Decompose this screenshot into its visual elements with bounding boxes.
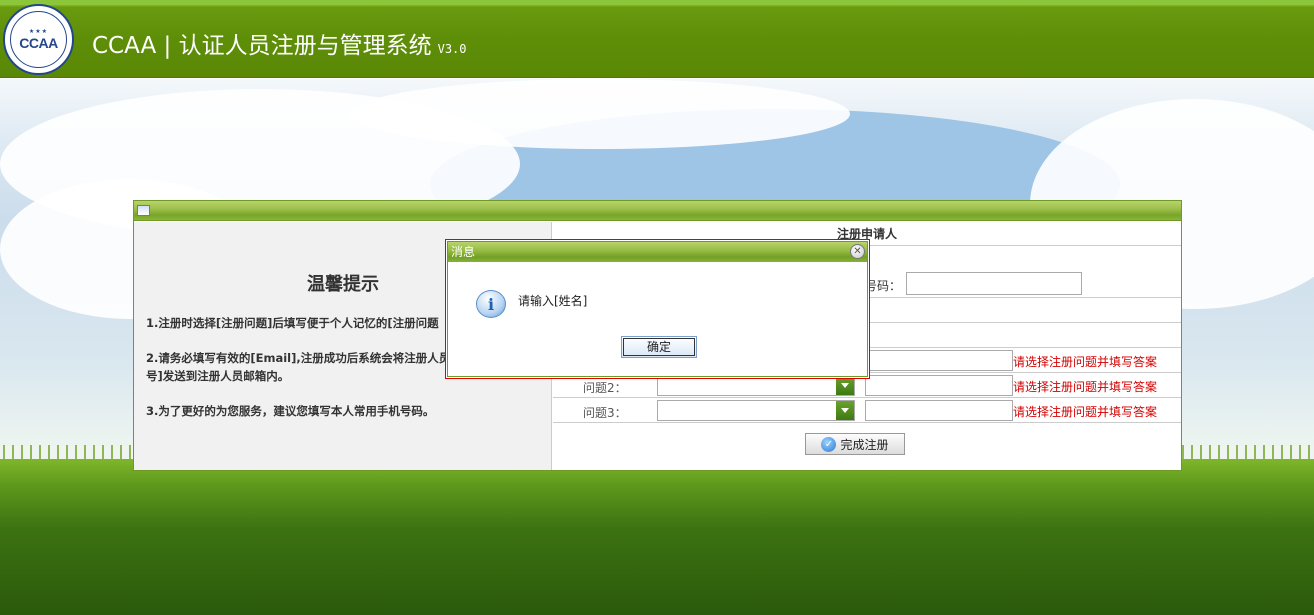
submit-label: 完成注册 xyxy=(840,437,889,452)
header-stripe xyxy=(0,0,1314,5)
chevron-down-icon[interactable] xyxy=(836,401,854,420)
dialog-titlebar: 消息 ✕ xyxy=(448,242,867,262)
complete-registration-button[interactable]: ✓ 完成注册 xyxy=(805,433,905,455)
answer-3-input[interactable] xyxy=(865,400,1013,421)
panel-titlebar xyxy=(134,201,1181,221)
tip-item: 3.为了更好的为您服务，建议您填写本人常用手机号码。 xyxy=(146,404,435,418)
logo-stars: ★★★ xyxy=(28,28,49,35)
question-1-hint: 请选择注册问题并填写答案 xyxy=(1013,355,1158,369)
app-header: ★★★ CCAA CCAA | 认证人员注册与管理系统 V3.0 xyxy=(0,0,1314,78)
info-icon: i xyxy=(476,290,506,318)
divider xyxy=(553,397,1181,398)
question-3-hint: 请选择注册问题并填写答案 xyxy=(1013,405,1158,419)
app-title: CCAA | 认证人员注册与管理系统 V3.0 xyxy=(92,26,467,60)
window-icon xyxy=(137,205,150,216)
app-title-text: CCAA | 认证人员注册与管理系统 xyxy=(92,33,432,59)
phone-label: 号码： xyxy=(865,279,902,293)
dialog-frame: 消息 ✕ i 请输入[姓名] 确定 xyxy=(447,241,868,377)
dialog-title: 消息 xyxy=(451,245,476,259)
question-2-hint: 请选择注册问题并填写答案 xyxy=(1013,380,1158,394)
app-version: V3.0 xyxy=(437,42,467,56)
check-icon: ✓ xyxy=(821,436,837,452)
dialog-body: i 请输入[姓名] 确定 xyxy=(448,263,867,376)
ok-button[interactable]: 确定 xyxy=(621,336,697,358)
question-2-label: 问题2： xyxy=(583,381,627,395)
question-3-select[interactable] xyxy=(657,400,855,421)
dialog-message: 请输入[姓名] xyxy=(518,294,588,308)
divider xyxy=(553,422,1181,423)
logo-text: CCAA xyxy=(19,35,58,51)
phone-input[interactable] xyxy=(906,272,1082,295)
close-icon[interactable]: ✕ xyxy=(850,244,865,259)
message-dialog: 消息 ✕ i 请输入[姓名] 确定 xyxy=(445,239,870,379)
cloud xyxy=(350,79,850,149)
question-3-label: 问题3： xyxy=(583,406,627,420)
grass-field xyxy=(0,459,1314,615)
answer-2-input[interactable] xyxy=(865,375,1013,396)
answer-1-input[interactable] xyxy=(865,350,1013,371)
logo-ring: ★★★ CCAA xyxy=(10,11,67,68)
ccaa-logo: ★★★ CCAA xyxy=(3,4,74,75)
